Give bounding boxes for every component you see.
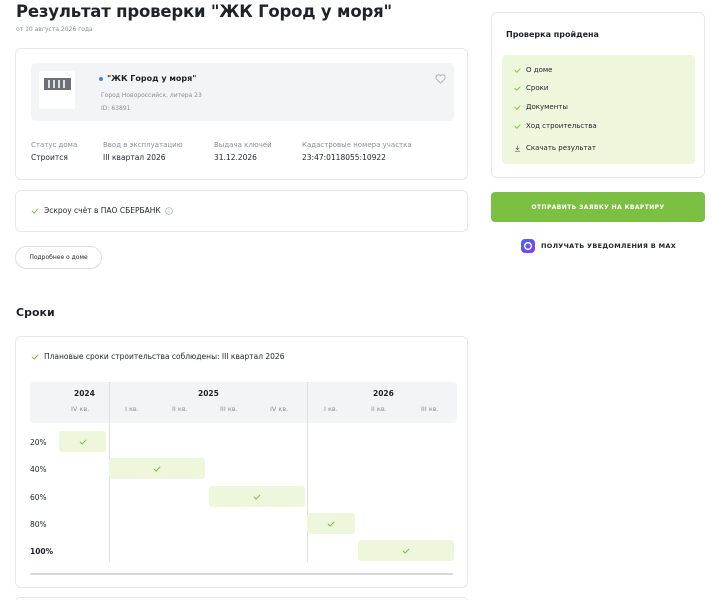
info-label: Статус дома bbox=[31, 141, 78, 149]
schedule-bar-80 bbox=[307, 513, 355, 534]
check-result-title: Проверка пройдена bbox=[506, 30, 599, 39]
info-icon[interactable] bbox=[165, 206, 173, 215]
progress-row-label: 20% bbox=[30, 438, 47, 447]
progress-row-label: 40% bbox=[30, 465, 47, 474]
schedule-note-text: Плановые сроки строительства соблюдены: … bbox=[44, 352, 285, 361]
check-item-label: Ход строительства bbox=[526, 122, 597, 130]
info-value: III квартал 2026 bbox=[103, 153, 166, 162]
quarter-label: I кв. bbox=[324, 405, 338, 413]
page-title: Результат проверки "ЖК Город у моря" bbox=[16, 2, 392, 21]
check-item[interactable]: Сроки bbox=[514, 84, 548, 92]
download-icon bbox=[514, 144, 521, 151]
year-label: 2024 bbox=[74, 389, 95, 398]
check-icon bbox=[327, 521, 335, 527]
year-label: 2026 bbox=[373, 389, 394, 398]
schedule-bar-60 bbox=[209, 486, 305, 507]
check-item-label: Документы bbox=[526, 103, 568, 111]
object-card: "ЖК Город у моря" Город Новороссийск, ли… bbox=[15, 48, 468, 180]
check-icon bbox=[31, 354, 39, 360]
object-id: ID: 63891 bbox=[101, 105, 131, 112]
check-item[interactable]: Ход строительства bbox=[514, 122, 597, 130]
quarter-label: II кв. bbox=[371, 405, 387, 413]
escrow-card: Эскроу счёт в ПАО СБЕРБАНК bbox=[15, 190, 468, 232]
quarter-label: II кв. bbox=[172, 405, 188, 413]
download-result-link[interactable]: Скачать результат bbox=[514, 144, 596, 152]
year-divider bbox=[307, 382, 308, 562]
building-thumbnail bbox=[39, 71, 75, 109]
escrow-row: Эскроу счёт в ПАО СБЕРБАНК bbox=[31, 206, 173, 215]
schedule-card: Плановые сроки строительства соблюдены: … bbox=[15, 336, 468, 588]
check-icon bbox=[253, 494, 261, 500]
check-item-label: Сроки bbox=[526, 84, 549, 92]
quarter-label: I кв. bbox=[125, 405, 139, 413]
check-item-label: О доме bbox=[526, 66, 553, 74]
check-icon bbox=[514, 85, 521, 91]
check-icon bbox=[402, 548, 410, 554]
info-label: Выдача ключей bbox=[214, 141, 272, 149]
quarter-label: IV кв. bbox=[71, 405, 90, 413]
object-name-row: "ЖК Город у моря" bbox=[99, 74, 196, 83]
check-icon bbox=[514, 123, 521, 129]
check-icon bbox=[514, 104, 521, 110]
quarter-label: III кв. bbox=[220, 405, 238, 413]
page-date: от 10 августа 2026 года bbox=[16, 26, 93, 33]
schedule-note: Плановые сроки строительства соблюдены: … bbox=[31, 352, 284, 361]
info-commissioning: Ввод в эксплуатацию III квартал 2026 bbox=[103, 141, 183, 162]
object-address: Город Новороссийск, литера 23 bbox=[101, 92, 202, 99]
schedule-axis-line bbox=[30, 573, 453, 575]
progress-row-label: 60% bbox=[30, 493, 47, 502]
year-label: 2025 bbox=[198, 389, 219, 398]
max-messenger-icon bbox=[521, 239, 535, 253]
check-result-card: Проверка пройдена О доме Сроки Документы… bbox=[491, 12, 705, 178]
escrow-text: Эскроу счёт в ПАО СБЕРБАНК bbox=[44, 206, 161, 215]
notify-label: ПОЛУЧАТЬ УВЕДОМЛЕНИЯ В MAX bbox=[541, 242, 677, 250]
schedule-bar-20 bbox=[59, 431, 106, 452]
status-dot-icon bbox=[99, 76, 103, 81]
download-label: Скачать результат bbox=[526, 144, 596, 152]
check-icon bbox=[31, 208, 39, 214]
info-keys: Выдача ключей 31.12.2026 bbox=[214, 141, 272, 162]
info-value: Строится bbox=[31, 153, 68, 162]
notify-max-link[interactable]: ПОЛУЧАТЬ УВЕДОМЛЕНИЯ В MAX bbox=[521, 239, 676, 253]
schedule-bar-40 bbox=[109, 458, 205, 479]
apply-for-apartment-button[interactable]: ОТПРАВИТЬ ЗАЯВКУ НА КВАРТИРУ bbox=[491, 192, 705, 222]
progress-row-label: 100% bbox=[30, 547, 54, 556]
info-value: 31.12.2026 bbox=[214, 153, 257, 162]
info-status: Статус дома Строится bbox=[31, 141, 77, 162]
years-header: 2024 2025 2026 IV кв. I кв. II кв. III к… bbox=[30, 382, 457, 423]
quarter-label: IV кв. bbox=[270, 405, 289, 413]
quarter-label: III кв. bbox=[421, 405, 439, 413]
heart-icon[interactable] bbox=[435, 74, 446, 84]
info-value: 23:47:0118055:10922 bbox=[302, 153, 386, 162]
info-cadastre: Кадастровые номера участка 23:47:0118055… bbox=[302, 141, 412, 162]
info-label: Ввод в эксплуатацию bbox=[103, 141, 183, 149]
object-name: "ЖК Город у моря" bbox=[107, 74, 197, 83]
check-icon bbox=[514, 67, 521, 73]
info-label: Кадастровые номера участка bbox=[302, 141, 412, 149]
check-icon bbox=[153, 466, 161, 472]
object-summary[interactable]: "ЖК Город у моря" Город Новороссийск, ли… bbox=[31, 63, 454, 121]
check-list: О доме Сроки Документы Ход строительства… bbox=[502, 55, 695, 164]
schedule-bar-100 bbox=[358, 540, 454, 561]
schedule-title: Сроки bbox=[16, 306, 55, 319]
check-item[interactable]: Документы bbox=[514, 103, 568, 111]
check-item[interactable]: О доме bbox=[514, 66, 552, 74]
check-icon bbox=[79, 439, 86, 445]
more-about-house-button[interactable]: Подробнее о доме bbox=[15, 246, 102, 269]
progress-row-label: 80% bbox=[30, 520, 47, 529]
